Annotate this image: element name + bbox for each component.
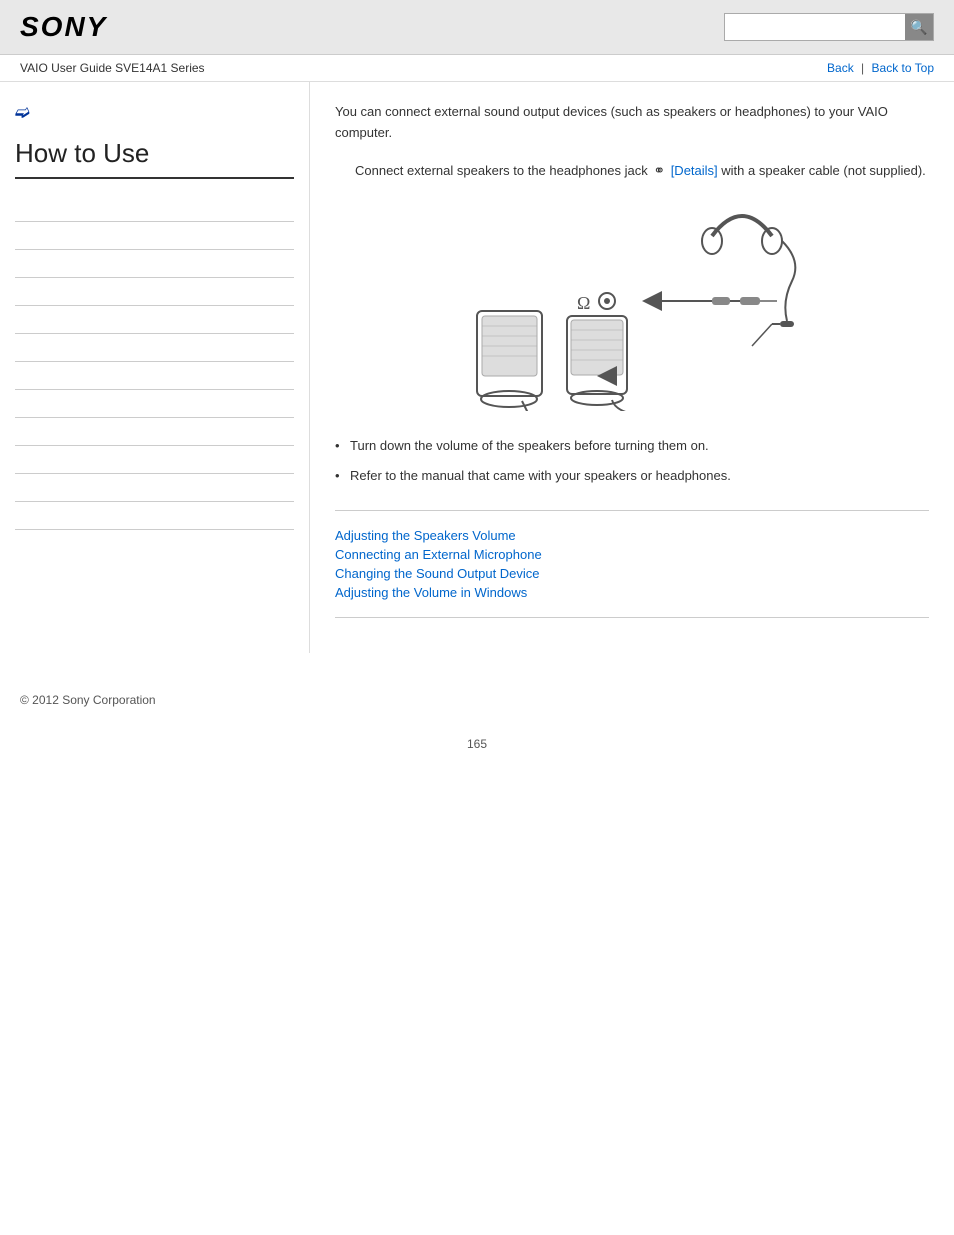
sidebar-item[interactable] [15, 222, 294, 250]
content-area: You can connect external sound output de… [310, 82, 954, 653]
bullet-list: Turn down the volume of the speakers bef… [335, 431, 929, 490]
nav-right: Back | Back to Top [827, 61, 934, 75]
intro-text: You can connect external sound output de… [335, 102, 929, 144]
sidebar-link[interactable] [15, 285, 18, 299]
search-input[interactable] [725, 16, 905, 38]
sidebar-item[interactable] [15, 502, 294, 530]
search-box: 🔍 [724, 13, 934, 41]
search-button[interactable]: 🔍 [905, 14, 933, 40]
sidebar-arrow-icon: ➫ [15, 102, 294, 123]
speaker-illustration: Ω [335, 201, 929, 411]
bullet-item-1: Turn down the volume of the speakers bef… [335, 431, 929, 461]
sidebar-item[interactable] [15, 334, 294, 362]
bottom-link-2[interactable]: Changing the Sound Output Device [335, 564, 929, 583]
sony-logo: SONY [20, 11, 107, 43]
bottom-links-section: Adjusting the Speakers VolumeConnecting … [335, 510, 929, 618]
back-to-top-link[interactable]: Back to Top [872, 61, 934, 75]
sidebar-link[interactable] [15, 397, 18, 411]
page-number: 165 [0, 727, 954, 761]
bullet-item-2: Refer to the manual that came with your … [335, 461, 929, 491]
copyright-text: © 2012 Sony Corporation [20, 693, 156, 707]
sidebar-link[interactable] [15, 481, 18, 495]
back-link[interactable]: Back [827, 61, 854, 75]
sidebar-link[interactable] [15, 453, 18, 467]
sidebar-item[interactable] [15, 278, 294, 306]
sidebar-link[interactable] [15, 369, 18, 383]
sidebar-item[interactable] [15, 390, 294, 418]
sidebar-item[interactable] [15, 418, 294, 446]
main-container: ➫ How to Use You can connect external so… [0, 82, 954, 653]
headphone-jack-icon: ⚭ [653, 162, 665, 178]
sidebar-item[interactable] [15, 446, 294, 474]
nav-bar: VAIO User Guide SVE14A1 Series Back | Ba… [0, 55, 954, 82]
sidebar-link[interactable] [15, 257, 18, 271]
sidebar-item[interactable] [15, 474, 294, 502]
footer: © 2012 Sony Corporation [0, 673, 954, 727]
sidebar: ➫ How to Use [0, 82, 310, 653]
sidebar-title: How to Use [15, 138, 294, 179]
bottom-link-0[interactable]: Adjusting the Speakers Volume [335, 526, 929, 545]
bottom-link-3[interactable]: Adjusting the Volume in Windows [335, 583, 929, 602]
bottom-link-1[interactable]: Connecting an External Microphone [335, 545, 929, 564]
header: SONY 🔍 [0, 0, 954, 55]
search-icon: 🔍 [910, 19, 927, 36]
sidebar-links [15, 194, 294, 530]
guide-title: VAIO User Guide SVE14A1 Series [20, 61, 205, 75]
sidebar-link[interactable] [15, 341, 18, 355]
speaker-svg: Ω [422, 201, 842, 411]
sidebar-link[interactable] [15, 509, 18, 523]
instruction-text: Connect external speakers to the headpho… [355, 159, 929, 182]
sidebar-link[interactable] [15, 313, 18, 327]
sidebar-item[interactable] [15, 250, 294, 278]
sidebar-item[interactable] [15, 306, 294, 334]
sidebar-item[interactable] [15, 194, 294, 222]
svg-text:Ω: Ω [577, 293, 590, 313]
sidebar-link[interactable] [15, 425, 18, 439]
sidebar-link[interactable] [15, 201, 18, 215]
details-link[interactable]: [Details] [671, 163, 718, 178]
sidebar-link[interactable] [15, 229, 18, 243]
sidebar-item[interactable] [15, 362, 294, 390]
